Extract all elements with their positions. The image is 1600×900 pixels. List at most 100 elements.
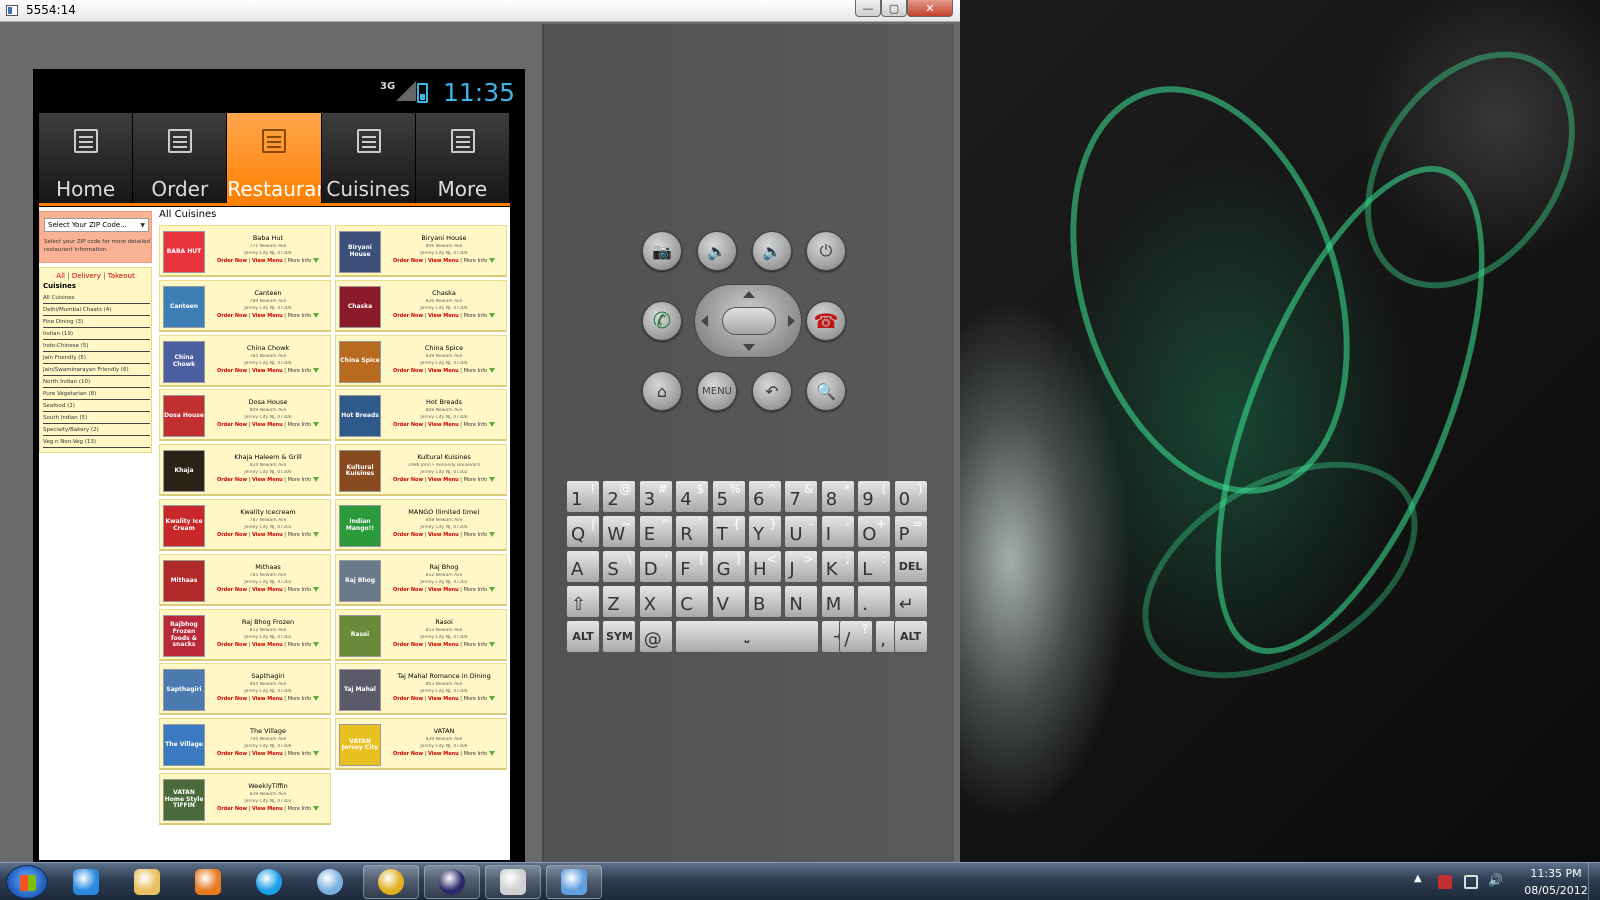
restaurant-name[interactable]: Mithaas (208, 563, 328, 571)
view-menu-link[interactable]: View Menu (428, 477, 459, 483)
key[interactable]: /? (839, 620, 874, 653)
restaurant-logo[interactable]: Mithaas (163, 559, 205, 602)
taskbar-windows-explorer[interactable] (119, 865, 175, 899)
key[interactable]: 2 @ (602, 480, 637, 513)
tab-home[interactable]: Home (39, 113, 134, 205)
view-menu-link[interactable]: View Menu (252, 751, 283, 757)
tab-order[interactable]: Order (133, 113, 228, 205)
more-info-link[interactable]: More Info (464, 258, 487, 264)
restaurant-logo[interactable]: The Village (163, 724, 205, 767)
taskbar-skype[interactable] (241, 865, 297, 899)
order-now-link[interactable]: Order Now (393, 422, 423, 428)
restaurant-name[interactable]: Biryani House (384, 234, 504, 242)
close-button[interactable]: ✕ (907, 0, 953, 17)
restaurant-logo[interactable]: Raj Bhog (339, 559, 381, 602)
key[interactable]: U- (784, 515, 819, 548)
restaurant-name[interactable]: The Village (208, 727, 328, 735)
order-now-link[interactable]: Order Now (393, 368, 423, 374)
start-button[interactable] (6, 865, 48, 899)
key[interactable]: ⇧ (566, 585, 600, 618)
more-info-link[interactable]: More Info (464, 313, 487, 319)
restaurant-logo[interactable]: Kultural Kuisines (339, 450, 381, 493)
restaurant-card[interactable]: Hot Breads Hot Breads 808 Newark Ave Jersey… (335, 389, 507, 442)
restaurant-name[interactable]: Sapthagiri (208, 672, 328, 680)
restaurant-logo[interactable]: Hot Breads (339, 395, 381, 438)
restaurant-logo[interactable]: Rasoi (339, 614, 381, 657)
order-now-link[interactable]: Order Now (217, 422, 247, 428)
order-now-link[interactable]: Order Now (217, 313, 247, 319)
key[interactable]: W ~ (602, 515, 637, 548)
show-desktop-button[interactable] (1588, 863, 1600, 900)
cuisine-item[interactable]: South Indian (5) (43, 412, 150, 424)
restaurant-logo[interactable]: Rajbhog Frozen foods & snacks (163, 614, 205, 657)
cuisine-item[interactable]: Jain/Swaminarayan Friendly (6) (43, 364, 150, 376)
order-now-link[interactable]: Order Now (393, 258, 423, 264)
restaurant-name[interactable]: MANGO (limited time) (384, 508, 504, 516)
key[interactable]: E " (638, 515, 673, 548)
back-button[interactable]: ↶ (752, 371, 792, 411)
more-info-link[interactable]: More Info (288, 368, 311, 374)
key[interactable]: T{ (711, 515, 746, 548)
cuisine-item[interactable]: Pure Vegetarian (8) (43, 388, 150, 400)
restaurant-name[interactable]: Raj Bhog Frozen (208, 618, 328, 626)
restaurant-card[interactable]: China Spice China Spice 839 Newark Ave Jers… (335, 334, 507, 387)
restaurant-logo[interactable]: Indian Mango!! (339, 505, 381, 547)
key[interactable]: F[ (675, 550, 710, 583)
restaurant-name[interactable]: Khaja Haleem & Grill (208, 453, 328, 461)
order-now-link[interactable]: Order Now (393, 313, 423, 319)
more-info-link[interactable]: More Info (464, 587, 487, 593)
restaurant-card[interactable]: Dosa House Dosa House 809 Newark Ave Jersey… (159, 389, 331, 442)
restaurant-logo[interactable]: Canteen (163, 285, 205, 328)
cuisine-item[interactable]: North Indian (10) (43, 376, 150, 388)
restaurant-logo[interactable]: China Spice (339, 340, 381, 383)
key[interactable]: DEL (893, 550, 928, 583)
key[interactable]: Y} (748, 515, 782, 548)
more-info-link[interactable]: More Info (288, 642, 311, 648)
cuisine-item[interactable]: All Cuisines (43, 292, 150, 304)
restaurant-logo[interactable]: Dosa House (163, 395, 205, 438)
view-menu-link[interactable]: View Menu (252, 368, 283, 374)
order-now-link[interactable]: Order Now (217, 751, 247, 757)
dpad-left-icon[interactable] (701, 315, 708, 327)
cuisine-item[interactable]: Veg n Non-Veg (13) (43, 436, 150, 448)
taskbar-chrome[interactable] (363, 865, 419, 899)
view-menu-link[interactable]: View Menu (252, 587, 283, 593)
restaurant-card[interactable]: Sapthagiri Sapthagiri 804 Newark Ave Jersey… (159, 663, 331, 716)
key[interactable]: 3 # (638, 480, 673, 513)
cuisine-item[interactable]: Delhi/Mumbai Chaats (4) (43, 304, 150, 316)
dpad-right-icon[interactable] (788, 315, 795, 327)
more-info-link[interactable]: More Info (288, 751, 311, 757)
order-now-link[interactable]: Order Now (393, 532, 423, 538)
view-menu-link[interactable]: View Menu (252, 696, 283, 702)
key[interactable]: ↵ (893, 585, 928, 618)
minimize-button[interactable]: — (855, 0, 881, 17)
view-menu-link[interactable]: View Menu (428, 258, 459, 264)
restaurant-card[interactable]: Raj Bhog Raj Bhog 812 Newark Ave Jersey Cit… (335, 553, 507, 606)
more-info-link[interactable]: More Info (288, 477, 311, 483)
key[interactable]: 8 * (820, 480, 855, 513)
key[interactable]: S \ (602, 550, 637, 583)
view-menu-link[interactable]: View Menu (252, 532, 283, 538)
restaurant-card[interactable]: Taj Mahal Taj Mahal Romance in Dining 803 … (335, 663, 507, 716)
view-menu-link[interactable]: View Menu (428, 313, 459, 319)
order-now-link[interactable]: Order Now (217, 258, 247, 264)
more-info-link[interactable]: More Info (288, 258, 311, 264)
order-now-link[interactable]: Order Now (217, 587, 247, 593)
order-now-link[interactable]: Order Now (217, 532, 247, 538)
tray-date[interactable]: 08/05/2012 (1516, 884, 1596, 897)
more-info-link[interactable]: More Info (464, 477, 487, 483)
restaurant-card[interactable]: Kultural Kuisines Kultural Kuisines 2986 J… (335, 444, 507, 497)
taskbar-emulator[interactable] (485, 865, 541, 899)
key[interactable]: J > (784, 550, 819, 583)
key[interactable]: B (748, 585, 782, 618)
restaurant-name[interactable]: Rasoi (384, 618, 504, 626)
restaurant-name[interactable]: China Spice (384, 344, 504, 352)
restaurant-logo[interactable]: VATAN Jersey City (339, 724, 381, 767)
restaurant-logo[interactable]: BABA HUT (163, 231, 205, 273)
restaurant-card[interactable]: VATAN Jersey City VATAN 839 Newark Ave Jers… (335, 718, 507, 771)
restaurant-name[interactable]: Raj Bhog (384, 563, 504, 571)
restaurant-logo[interactable]: Taj Mahal (339, 669, 381, 712)
order-now-link[interactable]: Order Now (217, 477, 247, 483)
more-info-link[interactable]: More Info (288, 313, 311, 319)
key[interactable]: G] (711, 550, 746, 583)
